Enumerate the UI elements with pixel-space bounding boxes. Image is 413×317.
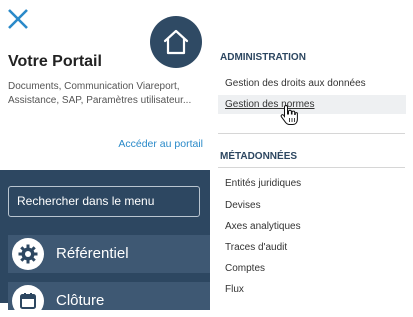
menu-link-comptes[interactable]: Comptes xyxy=(218,259,406,278)
menu-item-label: Référentiel xyxy=(56,245,129,262)
section-heading-administration: ADMINISTRATION xyxy=(220,52,306,63)
search-input[interactable]: Rechercher dans le menu xyxy=(8,186,200,217)
menu-item-referentiel[interactable]: Référentiel xyxy=(8,235,210,273)
section-heading-metadonnees: MÉTADONNÉES xyxy=(220,151,298,162)
calendar-icon xyxy=(12,285,44,317)
menu-link-traces-audit[interactable]: Traces d'audit xyxy=(218,238,406,257)
menu-link-gestion-normes[interactable]: Gestion des normes xyxy=(218,95,406,114)
menu-item-cloture[interactable]: Clôture xyxy=(8,282,210,317)
menu-link-devises[interactable]: Devises xyxy=(218,196,406,215)
portal-title: Votre Portail xyxy=(8,53,102,70)
home-button[interactable] xyxy=(150,16,202,68)
divider xyxy=(218,167,405,168)
close-icon[interactable] xyxy=(5,6,31,32)
right-panel: ADMINISTRATION Gestion des droits aux do… xyxy=(210,0,413,303)
menu-link-axes-analytiques[interactable]: Axes analytiques xyxy=(218,217,406,236)
menu-link-flux[interactable]: Flux xyxy=(218,280,406,299)
portal-description: Documents, Communication Viareport, Assi… xyxy=(8,81,192,106)
menu-link-gestion-droits[interactable]: Gestion des droits aux données xyxy=(218,74,406,93)
gear-icon xyxy=(12,238,44,270)
portal-link[interactable]: Accéder au portail xyxy=(118,138,203,150)
menu-item-label: Clôture xyxy=(56,292,105,309)
menu-section: Rechercher dans le menu Référentiel Clôt… xyxy=(0,170,210,317)
home-icon xyxy=(163,29,189,55)
hand-cursor-icon xyxy=(280,104,298,126)
divider xyxy=(218,133,405,134)
left-panel: Votre Portail Documents, Communication V… xyxy=(0,0,210,317)
menu-link-entites-juridiques[interactable]: Entités juridiques xyxy=(218,174,406,193)
